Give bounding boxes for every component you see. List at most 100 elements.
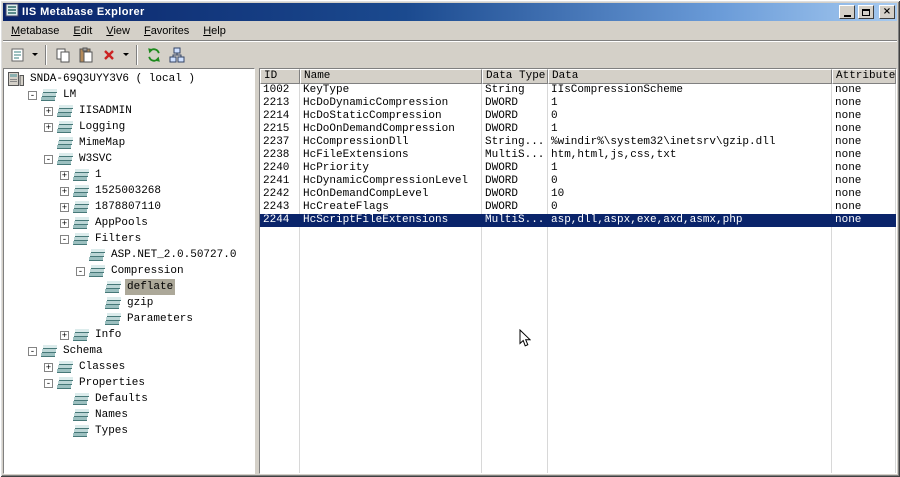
column-header-id[interactable]: ID [260,69,300,84]
table-row-2215[interactable]: 2215 HcDoOnDemandCompression DWORD 1 non… [260,123,896,136]
table-cell: none [832,175,896,188]
plus-icon[interactable]: + [44,362,53,372]
table-cell: DWORD [482,162,548,175]
tree-item-schema[interactable]: - Schema [4,343,254,359]
tree-item-site-1878807110[interactable]: + 1878807110 [4,199,254,215]
column-header-data[interactable]: Data [548,69,832,84]
tree-item-defaults[interactable]: Defaults [4,391,254,407]
tree-item-properties[interactable]: - Properties [4,375,254,391]
minus-icon[interactable]: - [76,266,85,276]
minus-icon[interactable]: - [28,90,37,100]
node-icon [73,328,89,342]
table-row-2238[interactable]: 2238 HcFileExtensions MultiS... htm,html… [260,149,896,162]
tree-item-gzip[interactable]: gzip [4,295,254,311]
list-empty-area [260,227,896,473]
menu-help[interactable]: Help [196,23,233,39]
minus-icon[interactable]: - [44,154,53,164]
tree-item-deflate[interactable]: deflate [4,279,254,295]
property-list: ID Name Data Type Data Attributes 1002 K… [259,68,897,474]
table-cell: %windir%\system32\inetsrv\gzip.dll [548,136,832,149]
tree-item-label: Info [95,329,122,341]
tree-item-parameters[interactable]: Parameters [4,311,254,327]
copy-button[interactable] [51,43,74,66]
tree-item-label: Schema [63,345,103,357]
tree-item-filters[interactable]: - Filters [4,231,254,247]
plus-icon[interactable]: + [44,106,53,116]
new-record-dropdown-button[interactable] [29,43,41,66]
table-row-2214[interactable]: 2214 HcDoStaticCompression DWORD 0 none [260,110,896,123]
table-row-2240[interactable]: 2240 HcPriority DWORD 1 none [260,162,896,175]
node-icon [73,168,89,182]
column-header-data-type[interactable]: Data Type [482,69,548,84]
column-header-attributes[interactable]: Attributes [832,69,896,84]
plus-icon[interactable]: + [60,170,69,180]
menu-favorites[interactable]: Favorites [137,23,196,39]
table-cell: HcCreateFlags [300,201,482,214]
plus-icon[interactable]: + [44,122,53,132]
table-row-2213[interactable]: 2213 HcDoDynamicCompression DWORD 1 none [260,97,896,110]
empty-cell [482,227,548,473]
tree-item-apppools[interactable]: + AppPools [4,215,254,231]
chevron-down-icon [123,53,129,56]
plus-icon[interactable]: + [60,330,69,340]
new-record-button[interactable] [6,43,29,66]
tree-item-iisadmin[interactable]: + IISADMIN [4,103,254,119]
minus-icon[interactable]: - [44,378,53,388]
empty-cell [832,227,896,473]
paste-button[interactable] [74,43,97,66]
plus-icon[interactable]: + [60,218,69,228]
tree-item-compression[interactable]: - Compression [4,263,254,279]
column-header-name[interactable]: Name [300,69,482,84]
table-cell: 2213 [260,97,300,110]
maximize-button[interactable] [858,5,874,19]
refresh-button[interactable] [142,43,165,66]
tree-item-label: ASP.NET_2.0.50727.0 [111,249,237,261]
tree-item-w3svc[interactable]: - W3SVC [4,151,254,167]
table-cell: none [832,188,896,201]
table-row-2242[interactable]: 2242 HcOnDemandCompLevel DWORD 10 none [260,188,896,201]
table-cell: none [832,201,896,214]
node-icon [105,312,121,326]
tree-item-root[interactable]: SNDA-69Q3UYY3V6 ( local ) [4,71,254,87]
tree-item-label: gzip [127,297,154,309]
tree-item-classes[interactable]: + Classes [4,359,254,375]
node-icon [57,104,73,118]
delete-dropdown-button[interactable] [120,43,132,66]
titlebar[interactable]: IIS Metabase Explorer × [3,3,897,21]
minimize-button[interactable] [839,5,855,19]
table-row-2241[interactable]: 2241 HcDynamicCompressionLevel DWORD 0 n… [260,175,896,188]
table-cell: DWORD [482,188,548,201]
tree-item-label: Filters [95,233,142,245]
menu-edit[interactable]: Edit [66,23,99,39]
tree-item-lm[interactable]: - LM [4,87,254,103]
delete-button[interactable] [97,43,120,66]
tree-item-logging[interactable]: + Logging [4,119,254,135]
table-row-2244[interactable]: 2244 HcScriptFileExtensions MultiS... as… [260,214,896,227]
table-row-2237[interactable]: 2237 HcCompressionDll String... %windir%… [260,136,896,149]
plus-icon[interactable]: + [60,202,69,212]
tree-item-aspnet[interactable]: ASP.NET_2.0.50727.0 [4,247,254,263]
minus-icon[interactable]: - [28,346,37,356]
table-cell: 1 [548,123,832,136]
table-row-2243[interactable]: 2243 HcCreateFlags DWORD 0 none [260,201,896,214]
close-button[interactable]: × [879,5,895,19]
maximize-icon [862,8,870,16]
table-row-1002[interactable]: 1002 KeyType String IIsCompressionScheme… [260,84,896,97]
menu-view[interactable]: View [99,23,137,39]
tree-item-site-1[interactable]: + 1 [4,167,254,183]
tree-item-types[interactable]: Types [4,423,254,439]
node-icon [89,264,105,278]
node-icon [73,424,89,438]
tree-item-label: 1878807110 [95,201,162,213]
table-cell: 2241 [260,175,300,188]
plus-icon[interactable]: + [60,186,69,196]
menu-metabase[interactable]: Metabase [4,23,66,39]
minus-icon[interactable]: - [60,234,69,244]
tree-item-site-1525003268[interactable]: + 1525003268 [4,183,254,199]
tree-item-names[interactable]: Names [4,407,254,423]
copy-icon [56,48,69,62]
connect-button[interactable] [165,43,188,66]
tree-item-mimemap[interactable]: MimeMap [4,135,254,151]
tree-item-info[interactable]: + Info [4,327,254,343]
paste-icon [79,47,92,62]
